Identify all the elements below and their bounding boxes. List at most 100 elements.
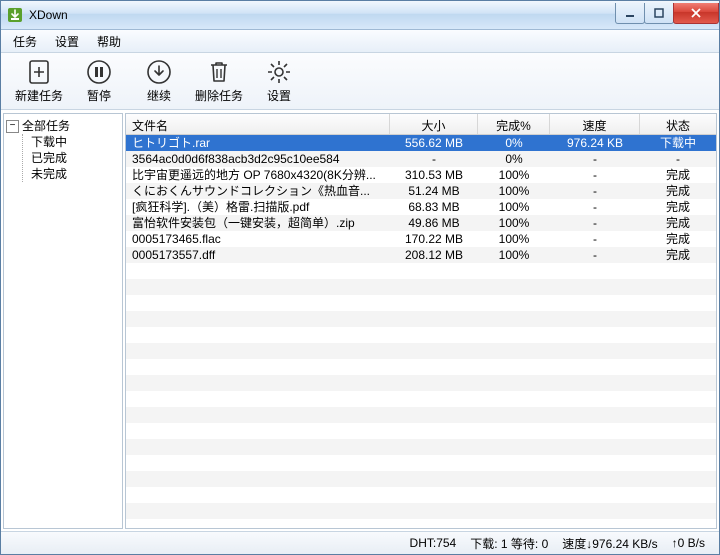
new-task-button[interactable]: 新建任务 — [9, 56, 69, 106]
new-task-label: 新建任务 — [15, 87, 63, 104]
table-row-empty — [126, 407, 716, 423]
status-speed-up: ↑0 B/s — [672, 536, 705, 550]
cell-filename: 0005173557.dff — [126, 247, 390, 263]
cell-size: 49.86 MB — [390, 215, 478, 231]
table-row-empty — [126, 471, 716, 487]
cell-speed: - — [550, 247, 640, 263]
cell-status: 完成 — [640, 183, 716, 199]
cell-status: - — [640, 151, 716, 167]
menu-settings[interactable]: 设置 — [47, 31, 87, 52]
col-header-size[interactable]: 大小 — [390, 114, 478, 134]
tree-root-label: 全部任务 — [22, 118, 70, 134]
status-dht: DHT:754 — [410, 536, 457, 550]
status-speed-down: 速度↓976.24 KB/s — [562, 535, 657, 552]
pause-icon — [86, 59, 112, 85]
cell-size: 68.83 MB — [390, 199, 478, 215]
cell-speed: - — [550, 151, 640, 167]
window-title: XDown — [29, 8, 68, 22]
table-row[interactable]: 富怡软件安装包（一键安装，超简单）.zip49.86 MB100%-完成 — [126, 215, 716, 231]
cell-percent: 100% — [478, 183, 550, 199]
cell-percent: 100% — [478, 167, 550, 183]
window-controls — [616, 3, 719, 23]
table-row[interactable]: 0005173465.flac170.22 MB100%-完成 — [126, 231, 716, 247]
table-row-empty — [126, 327, 716, 343]
tree-item-unfinished[interactable]: 未完成 — [31, 166, 120, 182]
col-header-name[interactable]: 文件名 — [126, 114, 390, 134]
table-row-empty — [126, 439, 716, 455]
tree: − 全部任务 下载中 已完成 未完成 — [6, 118, 120, 182]
sidebar: − 全部任务 下载中 已完成 未完成 — [3, 113, 123, 529]
table-row-empty — [126, 519, 716, 528]
cell-filename: 比宇宙更遥远的地方 OP 7680x4320(8K分辨... — [126, 167, 390, 183]
settings-label: 设置 — [267, 87, 291, 104]
menubar: 任务 设置 帮助 — [1, 30, 719, 53]
cell-speed: 976.24 KB — [550, 135, 640, 151]
table-body: ヒトリゴト.rar556.62 MB0%976.24 KB下载中3564ac0d… — [126, 135, 716, 528]
col-header-speed[interactable]: 速度 — [550, 114, 640, 134]
cell-speed: - — [550, 215, 640, 231]
table-row-empty — [126, 375, 716, 391]
table-row-empty — [126, 311, 716, 327]
cell-filename: [疯狂科学].（美）格雷.扫描版.pdf — [126, 199, 390, 215]
cell-status: 完成 — [640, 247, 716, 263]
toolbar: 新建任务 暂停 继续 删除任务 设置 — [1, 53, 719, 110]
cell-size: 556.62 MB — [390, 135, 478, 151]
cell-size: 310.53 MB — [390, 167, 478, 183]
delete-task-button[interactable]: 删除任务 — [189, 56, 249, 106]
table-row[interactable]: ヒトリゴト.rar556.62 MB0%976.24 KB下载中 — [126, 135, 716, 151]
status-downloads: 下载: 1 等待: 0 — [470, 535, 548, 552]
table-row-empty — [126, 359, 716, 375]
cell-size: 51.24 MB — [390, 183, 478, 199]
cell-size: 208.12 MB — [390, 247, 478, 263]
body: − 全部任务 下载中 已完成 未完成 文件名 大小 完成% 速度 状态 — [1, 110, 719, 531]
plus-file-icon — [26, 59, 52, 85]
tree-item-downloading[interactable]: 下载中 — [31, 134, 120, 150]
close-button[interactable] — [673, 3, 719, 24]
statusbar: DHT:754 下载: 1 等待: 0 速度↓976.24 KB/s ↑0 B/… — [1, 531, 719, 554]
settings-button[interactable]: 设置 — [249, 56, 309, 106]
cell-filename: くにおくんサウンドコレクション《热血音... — [126, 183, 390, 199]
main-panel: 文件名 大小 完成% 速度 状态 ヒトリゴト.rar556.62 MB0%976… — [125, 113, 717, 529]
cell-speed: - — [550, 199, 640, 215]
resume-button[interactable]: 继续 — [129, 56, 189, 106]
tree-root-node[interactable]: − 全部任务 下载中 已完成 未完成 — [6, 118, 120, 182]
cell-status: 完成 — [640, 231, 716, 247]
cell-status: 完成 — [640, 215, 716, 231]
table-header: 文件名 大小 完成% 速度 状态 — [126, 114, 716, 135]
app-icon — [7, 7, 23, 23]
app-window: XDown 任务 设置 帮助 新建任务 暂停 继续 删除任务 — [0, 0, 720, 555]
menu-tasks[interactable]: 任务 — [5, 31, 45, 52]
gear-icon — [266, 59, 292, 85]
table-row[interactable]: くにおくんサウンドコレクション《热血音...51.24 MB100%-完成 — [126, 183, 716, 199]
col-header-percent[interactable]: 完成% — [478, 114, 550, 134]
table-row-empty — [126, 295, 716, 311]
menu-help[interactable]: 帮助 — [89, 31, 129, 52]
pause-button[interactable]: 暂停 — [69, 56, 129, 106]
minimize-button[interactable] — [615, 3, 645, 24]
table-row[interactable]: 比宇宙更遥远的地方 OP 7680x4320(8K分辨...310.53 MB1… — [126, 167, 716, 183]
cell-status: 下载中 — [640, 135, 716, 151]
cell-status: 完成 — [640, 199, 716, 215]
cell-percent: 100% — [478, 199, 550, 215]
table-row[interactable]: 3564ac0d0d6f838acb3d2c95c10ee584-0%-- — [126, 151, 716, 167]
table-row[interactable]: 0005173557.dff208.12 MB100%-完成 — [126, 247, 716, 263]
table-row-empty — [126, 503, 716, 519]
maximize-button[interactable] — [644, 3, 674, 24]
titlebar: XDown — [1, 1, 719, 30]
cell-percent: 0% — [478, 151, 550, 167]
cell-size: - — [390, 151, 478, 167]
table-row-empty — [126, 343, 716, 359]
cell-speed: - — [550, 183, 640, 199]
cell-filename: 3564ac0d0d6f838acb3d2c95c10ee584 — [126, 151, 390, 167]
col-header-status[interactable]: 状态 — [640, 114, 716, 134]
cell-status: 完成 — [640, 167, 716, 183]
tree-item-completed[interactable]: 已完成 — [31, 150, 120, 166]
resume-label: 继续 — [147, 87, 171, 104]
table-row-empty — [126, 487, 716, 503]
table-row[interactable]: [疯狂科学].（美）格雷.扫描版.pdf68.83 MB100%-完成 — [126, 199, 716, 215]
tree-collapse-icon[interactable]: − — [6, 120, 19, 133]
cell-percent: 0% — [478, 135, 550, 151]
cell-filename: ヒトリゴト.rar — [126, 135, 390, 151]
trash-icon — [206, 59, 232, 85]
table-row-empty — [126, 279, 716, 295]
